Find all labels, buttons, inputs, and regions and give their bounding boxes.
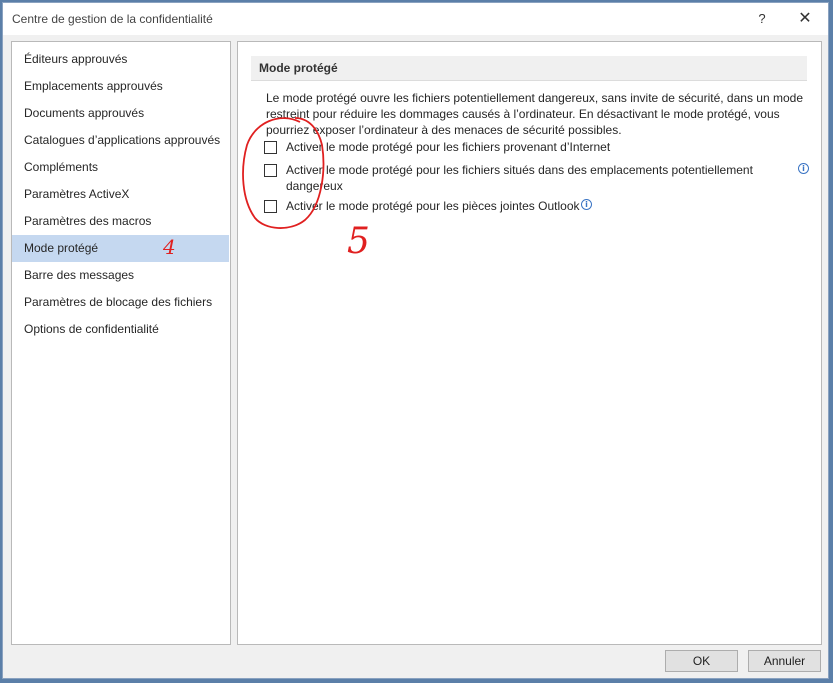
sidebar-item-message-bar[interactable]: Barre des messages [12, 262, 229, 289]
sidebar-item-trusted-app-catalogs[interactable]: Catalogues d’applications approuvés [12, 127, 229, 154]
sidebar: Éditeurs approuvés Emplacements approuvé… [11, 41, 231, 645]
info-icon: i [798, 163, 809, 174]
option-label-outlook-attachments[interactable]: Activer le mode protégé pour les pièces … [286, 198, 586, 214]
sidebar-item-trusted-documents[interactable]: Documents approuvés [12, 100, 229, 127]
option-label-internet-files[interactable]: Activer le mode protégé pour les fichier… [286, 139, 776, 155]
sidebar-item-trusted-publishers[interactable]: Éditeurs approuvés [12, 46, 229, 73]
sidebar-item-privacy-options[interactable]: Options de confidentialité [12, 316, 229, 343]
sidebar-item-activex-settings[interactable]: Paramètres ActiveX [12, 181, 229, 208]
section-title: Mode protégé [259, 61, 338, 75]
cancel-button[interactable]: Annuler [748, 650, 821, 672]
protected-view-description: Le mode protégé ouvre les fichiers poten… [266, 91, 803, 137]
info-icon-outlook: i [581, 199, 592, 210]
section-header: Mode protégé [251, 56, 807, 81]
checkbox-unsafe-locations[interactable] [264, 164, 277, 177]
option-label-unsafe-locations[interactable]: Activer le mode protégé pour les fichier… [286, 162, 776, 194]
sidebar-item-file-block-settings[interactable]: Paramètres de blocage des fichiers [12, 289, 229, 316]
sidebar-item-protected-view[interactable]: Mode protégé [12, 235, 229, 262]
ok-button[interactable]: OK [665, 650, 738, 672]
sidebar-item-macro-settings[interactable]: Paramètres des macros [12, 208, 229, 235]
sidebar-item-add-ins[interactable]: Compléments [12, 154, 229, 181]
checkbox-outlook-attachments[interactable] [264, 200, 277, 213]
sidebar-item-trusted-locations[interactable]: Emplacements approuvés [12, 73, 229, 100]
trust-center-dialog: Centre de gestion de la confidentialité … [2, 2, 829, 679]
close-button[interactable]: ✕ [791, 8, 819, 30]
title-bar: Centre de gestion de la confidentialité … [3, 3, 828, 35]
help-button[interactable]: ? [748, 8, 776, 30]
window-title: Centre de gestion de la confidentialité [12, 12, 213, 26]
content-panel: Mode protégé Le mode protégé ouvre les f… [237, 41, 822, 645]
checkbox-internet-files[interactable] [264, 141, 277, 154]
